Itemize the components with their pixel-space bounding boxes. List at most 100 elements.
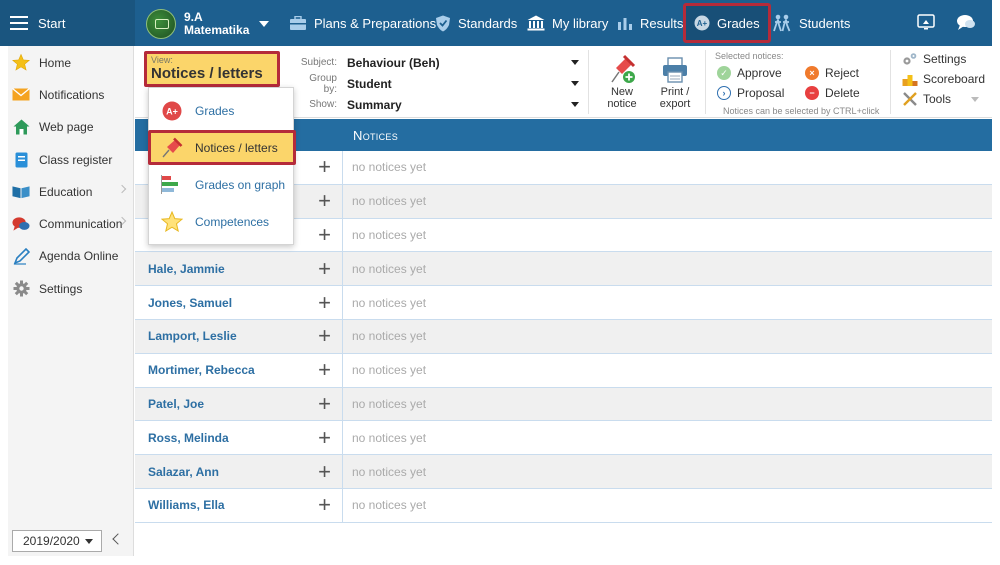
- nav-standards-label: Standards: [458, 15, 518, 31]
- envelope-icon: [12, 86, 30, 104]
- sidebar-item-class-register[interactable]: Class register: [8, 143, 133, 175]
- sidebar-item-settings[interactable]: Settings: [8, 273, 133, 305]
- add-notice-plus-icon[interactable]: +: [307, 353, 343, 387]
- school-year-select[interactable]: 2019/2020: [12, 530, 102, 552]
- view-dropdown-menu: A+ Grades Notices / letters Grades on gr…: [148, 87, 296, 245]
- shield-icon: [435, 15, 451, 32]
- student-name[interactable]: Patel, Joe: [135, 388, 307, 421]
- show-filter[interactable]: Show: Summary: [295, 94, 585, 115]
- view-selector[interactable]: View: Notices / letters: [144, 51, 280, 87]
- nav-plans[interactable]: Plans & Preparations: [289, 0, 436, 46]
- nav-results-label: Results: [640, 15, 684, 31]
- sidebar-item-notifications[interactable]: Notifications: [8, 79, 133, 111]
- add-notice-plus-icon[interactable]: +: [307, 319, 343, 353]
- add-notice-plus-icon[interactable]: +: [307, 184, 343, 218]
- proposal-button[interactable]: › Proposal: [717, 86, 784, 100]
- student-name[interactable]: Ross, Melinda: [135, 421, 307, 454]
- nav-grades[interactable]: A+ Grades: [683, 3, 771, 43]
- subject-filter[interactable]: Subject: Behaviour (Beh): [295, 52, 585, 73]
- menu-item-grades-on-graph[interactable]: Grades on graph: [149, 167, 293, 202]
- notice-cell: no notices yet: [352, 363, 427, 378]
- add-notice-plus-icon[interactable]: +: [307, 455, 343, 488]
- student-name[interactable]: Hale, Jammie: [135, 252, 307, 285]
- settings-button[interactable]: Settings: [902, 52, 966, 66]
- student-name[interactable]: Salazar, Ann: [135, 455, 307, 488]
- pen-icon: [12, 247, 30, 265]
- nav-students[interactable]: Students: [772, 0, 850, 46]
- nav-library[interactable]: My library: [527, 0, 608, 46]
- sidebar-item-education[interactable]: Education: [8, 176, 133, 208]
- notice-cell: no notices yet: [352, 295, 427, 310]
- notice-cell: no notices yet: [352, 160, 427, 175]
- nav-results[interactable]: Results: [617, 0, 683, 46]
- sidebar-item-web-page[interactable]: Web page: [8, 111, 133, 143]
- screen-share-icon[interactable]: [917, 14, 937, 32]
- pin-icon: [161, 137, 183, 159]
- new-notice-button[interactable]: New notice: [600, 54, 644, 110]
- class-avatar-icon: [146, 9, 176, 39]
- reject-label: Reject: [825, 66, 860, 80]
- notice-cell: no notices yet: [352, 261, 427, 276]
- book-icon: [12, 183, 30, 201]
- notice-cell: no notices yet: [352, 227, 427, 242]
- new-notice-label-line2: notice: [607, 98, 637, 110]
- chevron-down-icon: [571, 102, 579, 107]
- approve-button[interactable]: ✓ Approve: [717, 66, 782, 80]
- proposal-icon: ›: [717, 86, 731, 100]
- add-notice-plus-icon[interactable]: +: [307, 488, 343, 522]
- class-selector[interactable]: 9.A Matematika: [146, 8, 270, 40]
- table-row: Patel, Joe + no notices yet: [135, 387, 992, 422]
- sidebar-item-communication[interactable]: Communication: [8, 208, 133, 240]
- group-by-label: Group by:: [309, 72, 337, 95]
- menu-item-competences[interactable]: Competences: [149, 204, 293, 239]
- table-row: Mortimer, Rebecca + no notices yet: [135, 353, 992, 388]
- table-row: Williams, Ella + no notices yet: [135, 488, 992, 523]
- scoreboard-button[interactable]: Scoreboard: [902, 72, 985, 86]
- sidebar-item-label: Settings: [39, 281, 83, 296]
- add-notice-plus-icon[interactable]: +: [307, 286, 343, 319]
- table-row: Salazar, Ann + no notices yet: [135, 455, 992, 489]
- chat-bubble-icon[interactable]: [956, 14, 976, 32]
- add-notice-plus-icon[interactable]: +: [307, 151, 343, 184]
- student-name[interactable]: Jones, Samuel: [135, 286, 307, 319]
- group-by-filter[interactable]: Group by: Student: [295, 72, 585, 95]
- sidebar-item-label: Home: [39, 55, 72, 70]
- student-name[interactable]: Williams, Ella: [135, 489, 307, 522]
- sidebar-item-home[interactable]: Home: [8, 47, 133, 79]
- proposal-label: Proposal: [737, 86, 785, 100]
- sidebar-item-label: Education: [39, 184, 93, 199]
- gear-icon: [12, 280, 30, 298]
- reject-button[interactable]: × Reject: [805, 66, 859, 80]
- start-button[interactable]: Start: [0, 0, 135, 46]
- nav-standards[interactable]: Standards: [435, 0, 517, 46]
- delete-button[interactable]: − Delete: [805, 86, 860, 100]
- add-notice-plus-icon[interactable]: +: [307, 421, 343, 455]
- minus-circle-icon: −: [805, 86, 819, 100]
- add-notice-plus-icon[interactable]: +: [307, 252, 343, 286]
- menu-item-label: Notices / letters: [195, 140, 278, 155]
- top-bar: Start 9.A Matematika Plans & Preparation…: [0, 0, 1000, 46]
- scoreboard-icon: [902, 72, 918, 86]
- gears-icon: [902, 52, 918, 66]
- star-icon: [161, 211, 183, 233]
- notice-cell: no notices yet: [352, 396, 427, 411]
- print-export-button[interactable]: Print / export: [653, 54, 697, 110]
- sidebar-item-agenda[interactable]: Agenda Online: [8, 240, 133, 272]
- grades-icon: A+: [161, 100, 183, 122]
- add-notice-plus-icon[interactable]: +: [307, 218, 343, 252]
- briefcase-icon: [289, 15, 307, 31]
- add-notice-plus-icon[interactable]: +: [307, 387, 343, 421]
- tools-button[interactable]: Tools: [902, 92, 951, 106]
- collapse-sidebar-icon[interactable]: [112, 533, 124, 545]
- nav-plans-label: Plans & Preparations: [314, 15, 437, 31]
- student-name[interactable]: Lamport, Leslie: [135, 320, 307, 353]
- print-export-label-line1: Print /: [660, 86, 690, 98]
- student-name[interactable]: Mortimer, Rebecca: [135, 354, 307, 387]
- svg-text:A+: A+: [166, 106, 178, 116]
- menu-item-notices-letters[interactable]: Notices / letters: [148, 130, 296, 165]
- toolbar-divider: [588, 50, 589, 114]
- menu-item-grades[interactable]: A+ Grades: [149, 93, 293, 128]
- check-circle-icon: ✓: [717, 66, 731, 80]
- filters: Subject: Behaviour (Beh) Group by: Stude…: [295, 52, 585, 115]
- table-row: Jones, Samuel + no notices yet: [135, 286, 992, 320]
